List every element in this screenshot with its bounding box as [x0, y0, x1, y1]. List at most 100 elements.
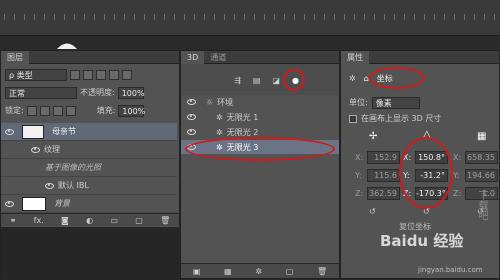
- rotation-highlight: [399, 137, 453, 209]
- mask-icon[interactable]: ◙: [61, 216, 69, 225]
- ruler-tick: [14, 14, 15, 20]
- adjust-icon[interactable]: ◐: [86, 216, 93, 225]
- pos-y-input[interactable]: 115.6: [367, 169, 400, 182]
- scene-mesh-icon[interactable]: ▤: [253, 76, 261, 85]
- layer-row-3d[interactable]: 母亲节: [1, 123, 177, 141]
- visibility-eye-icon[interactable]: [187, 129, 196, 135]
- ruler-tick: [284, 14, 285, 20]
- fill-input[interactable]: 100%: [118, 104, 145, 117]
- lock-transparent-icon[interactable]: [26, 105, 37, 116]
- scene-item-label: 环境: [217, 97, 234, 107]
- light-new-icon[interactable]: ✲: [255, 267, 262, 276]
- trash-icon[interactable]: 🗑: [317, 267, 327, 276]
- scene-panel: 3D 通道 ⇶ ▤ ◪ ● ☼ 环境 ✲ 无限光 1 ✲ 无限光 2 ✲ 无限光…: [180, 50, 340, 279]
- visibility-eye-icon[interactable]: [187, 99, 196, 105]
- visibility-eye-icon[interactable]: [45, 182, 54, 189]
- ruler-tick: [324, 14, 325, 20]
- ruler-tick: [214, 14, 215, 20]
- visibility-eye-icon[interactable]: [5, 200, 14, 207]
- scale-y-label: Y:: [453, 171, 460, 180]
- link-icon[interactable]: ⚭: [10, 216, 17, 225]
- pos-x-input[interactable]: 152.9: [367, 151, 400, 164]
- unit-select[interactable]: 像素: [371, 96, 420, 109]
- ruler-tick: [224, 14, 225, 20]
- ruler-tick: [164, 14, 165, 20]
- scale-icon: ▦: [477, 131, 487, 142]
- tab-3d[interactable]: 3D: [181, 50, 205, 64]
- ruler-tick: [274, 14, 275, 20]
- ruler-tick: [34, 14, 35, 20]
- ruler-tick: [24, 14, 25, 20]
- lock-all-icon[interactable]: [65, 105, 76, 116]
- ruler-tick: [424, 14, 425, 20]
- visibility-eye-icon[interactable]: [31, 146, 40, 153]
- tab-properties[interactable]: 属性: [341, 50, 369, 64]
- lock-move-icon[interactable]: [52, 105, 63, 116]
- ruler-tick: [264, 14, 265, 20]
- blend-row: 正常 不透明度: 100%: [1, 85, 179, 100]
- filter-pixel-icon[interactable]: [70, 69, 80, 80]
- unit-row: 单位: 像素: [341, 95, 499, 110]
- pos-y-label: Y:: [355, 171, 362, 180]
- light-mode-icon[interactable]: ✲: [349, 74, 356, 83]
- scale-y-input[interactable]: 194.66: [465, 169, 498, 182]
- new-layer-icon[interactable]: ▢: [135, 216, 143, 225]
- filter-shape-icon[interactable]: [109, 69, 119, 80]
- ruler-tick: [244, 14, 245, 20]
- trash-icon[interactable]: 🗑: [160, 216, 170, 225]
- scene-item-environment[interactable]: ☼ 环境: [181, 95, 339, 109]
- watermark-url: jingyan.baidu.com: [418, 266, 483, 274]
- reset-rotate-icon[interactable]: ↺: [423, 207, 430, 216]
- environment-icon: ☼: [206, 97, 214, 107]
- ruler-tick: [154, 14, 155, 20]
- move-icon: ✢: [369, 131, 378, 142]
- scene-whole-icon[interactable]: ⇶: [234, 76, 241, 85]
- filter-smart-icon[interactable]: [122, 69, 132, 80]
- scene-material-icon[interactable]: ◪: [272, 76, 280, 85]
- camera-icon[interactable]: ▢: [286, 267, 294, 276]
- render-icon[interactable]: ▣: [193, 267, 201, 276]
- filter-select[interactable]: ρ 类型: [5, 68, 67, 81]
- scene-footer: ▣ ▦ ✲ ▢ 🗑: [181, 263, 339, 278]
- reset-move-icon[interactable]: ↺: [369, 207, 376, 216]
- layer-row-texture[interactable]: 纹理: [1, 141, 177, 159]
- coordinates-mode-icon[interactable]: ⌂: [364, 74, 369, 83]
- blend-mode-select[interactable]: 正常: [5, 86, 77, 99]
- fx-button[interactable]: fx.: [34, 216, 44, 225]
- scene-tabbar: 3D 通道: [181, 50, 339, 64]
- tab-channels[interactable]: 通道: [204, 51, 232, 64]
- ruler-tick: [354, 14, 355, 20]
- watermark-logo: Baidu 经验: [380, 232, 464, 250]
- show-canvas-label: 在画布上显示 3D 尺寸: [361, 114, 442, 123]
- layer-row-ibl[interactable]: 基于图像的光照: [1, 159, 177, 177]
- ruler-tick: [184, 14, 185, 20]
- opacity-label: 不透明度:: [80, 88, 115, 97]
- ruler-tick: [344, 14, 345, 20]
- scale-z-label: Z:: [453, 189, 462, 198]
- scene-item-light-1[interactable]: ✲ 无限光 1: [181, 110, 339, 124]
- lower-dark-area: [1, 227, 181, 280]
- opacity-input[interactable]: 100%: [117, 86, 145, 99]
- infinite-light-icon: ✲: [216, 127, 223, 137]
- filter-adjust-icon[interactable]: [83, 69, 93, 80]
- tab-layers[interactable]: 图层: [1, 50, 29, 64]
- scale-x-input[interactable]: 658.35: [465, 151, 498, 164]
- show-canvas-checkbox[interactable]: [349, 114, 357, 123]
- lock-label: 锁定:: [5, 106, 24, 115]
- ruler-tick: [334, 14, 335, 20]
- folder-icon[interactable]: ▭: [110, 216, 118, 225]
- visibility-eye-icon[interactable]: [5, 128, 14, 135]
- visibility-eye-icon[interactable]: [187, 114, 196, 120]
- layer-row-background[interactable]: 背景: [1, 195, 177, 213]
- ruler-tick: [134, 14, 135, 20]
- light-filter-highlight: [283, 69, 305, 91]
- ruler-tick: [384, 14, 385, 20]
- filter-type-icon[interactable]: [96, 69, 106, 80]
- pos-z-input[interactable]: 362.59: [367, 187, 400, 200]
- lock-row: 锁定: 填充: 100%: [1, 103, 179, 118]
- layers-tabbar: 图层: [1, 50, 179, 64]
- filter-icon[interactable]: ▦: [224, 267, 232, 276]
- layer-row-default-ibl[interactable]: 默认 IBL: [1, 177, 177, 195]
- lock-paint-icon[interactable]: [39, 105, 50, 116]
- scene-list: ☼ 环境 ✲ 无限光 1 ✲ 无限光 2 ✲ 无限光 3: [181, 95, 339, 265]
